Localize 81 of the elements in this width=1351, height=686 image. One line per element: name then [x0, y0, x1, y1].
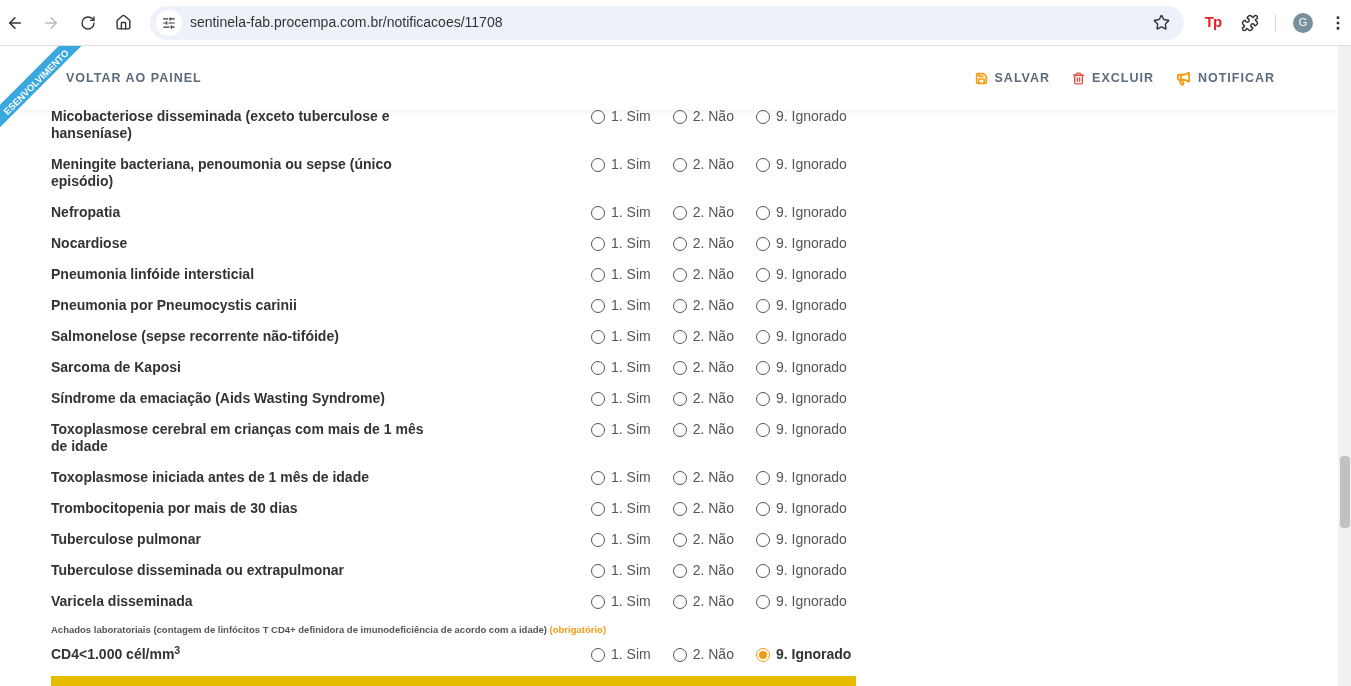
question-label: Toxoplasmose cerebral em crianças com mais de 1 mês de idade [51, 421, 425, 455]
question-label: Trombocitopenia por mais de 30 dias [51, 500, 299, 517]
question-label: Varicela disseminada [51, 593, 194, 610]
radio-option[interactable]: 2. Não [672, 593, 734, 610]
address-bar[interactable]: sentinela-fab.procempa.com.br/notificacoes/11708 [149, 5, 1184, 40]
puzzle-icon[interactable] [1241, 13, 1260, 32]
radio-option[interactable]: 1. Sim [591, 328, 651, 345]
radio-option[interactable]: 9. Ignorado [755, 500, 847, 517]
radio-option[interactable]: 2. Não [672, 646, 734, 663]
radio-option[interactable]: 1. Sim [591, 593, 651, 610]
radio-option[interactable]: 2. Não [672, 204, 734, 221]
radio-option[interactable]: 9. Ignorado [755, 235, 847, 252]
radio-option[interactable]: 2. Não [672, 297, 734, 314]
radio-option[interactable]: 9. Ignorado [755, 562, 847, 579]
question-label: Meningite bacteriana, penoumonia ou sepse (único episódio) [51, 156, 393, 190]
radio-option[interactable]: 9. Ignorado [755, 156, 847, 173]
radio-option[interactable]: 9. Ignorado [755, 469, 847, 486]
radio-option[interactable]: 2. Não [672, 500, 734, 517]
radio-option[interactable]: 1. Sim [591, 204, 651, 221]
header-action-button[interactable]: NOTIFICAR [1175, 68, 1275, 88]
radio-option[interactable]: 1. Sim [591, 235, 651, 252]
question-label: Sarcoma de Kaposi [51, 359, 182, 376]
question-label: Tuberculose disseminada ou extrapulmonar [51, 562, 346, 579]
radio-option[interactable]: 1. Sim [591, 156, 651, 173]
radio-option[interactable]: 9. Ignorado [755, 204, 847, 221]
question-label: Pneumonia por Pneumocystis carinii [51, 297, 298, 314]
question-label: Toxoplasmose iniciada antes de 1 mês de idade [51, 469, 370, 486]
url-text: sentinela-fab.procempa.com.br/notificacoes/11708 [189, 13, 503, 32]
radio-option[interactable]: 1. Sim [591, 297, 651, 314]
radio-option[interactable]: 2. Não [672, 235, 734, 252]
radio-option[interactable]: 2. Não [672, 359, 734, 376]
question-label: Tuberculose pulmonar [51, 531, 202, 548]
radio-option[interactable]: 1. Sim [591, 421, 651, 438]
extension-icon[interactable]: Tp [1204, 11, 1222, 34]
radio-option[interactable]: 9. Ignorado [755, 297, 847, 314]
radio-option[interactable]: 1. Sim [591, 531, 651, 548]
megaphone-icon [1175, 70, 1191, 86]
radio-option[interactable]: 2. Não [672, 266, 734, 283]
scrollbar[interactable] [1338, 46, 1351, 686]
trash-icon [1072, 71, 1086, 85]
question-label: Nocardiose [51, 235, 129, 252]
radio-option[interactable]: 2. Não [672, 562, 734, 579]
radio-option[interactable]: 9. Ignorado [755, 359, 847, 376]
back-to-panel-link[interactable]: VOLTAR AO PAINEL [66, 68, 202, 88]
radio-option[interactable]: 1. Sim [591, 390, 651, 407]
radio-option[interactable]: 9. Ignorado [755, 328, 847, 345]
section-title: Achados laboratoriais (contagem de linfócitos T CD4+ definidora de imunodeficiência de acordo com a idade) [51, 624, 547, 635]
header-action-button[interactable]: SALVAR [974, 68, 1051, 88]
radio-option[interactable]: 1. Sim [591, 110, 651, 125]
floppy-icon [974, 71, 988, 85]
radio-option[interactable]: 9. Ignorado [755, 646, 852, 663]
reload-icon[interactable] [79, 14, 96, 31]
site-settings-icon[interactable] [161, 15, 176, 30]
radio-option[interactable]: 2. Não [672, 110, 734, 125]
radio-option[interactable]: 2. Não [672, 469, 734, 486]
question-label: Salmonelose (sepse recorrente não-tifóide) [51, 328, 340, 345]
required-note: (obrigatório) [549, 624, 607, 635]
home-icon[interactable] [114, 14, 132, 31]
question-label: Nefropatia [51, 204, 122, 221]
radio-option[interactable]: 1. Sim [591, 469, 651, 486]
radio-option[interactable]: 1. Sim [591, 359, 651, 376]
radio-option[interactable]: 1. Sim [591, 500, 651, 517]
radio-option[interactable]: 9. Ignorado [755, 390, 847, 407]
radio-option[interactable]: 9. Ignorado [755, 110, 847, 125]
question-label: Pneumonia linfóide intersticial [51, 266, 256, 283]
question-label: CD4<1.000 cél/mm$^{3}$ [51, 646, 182, 663]
star-icon[interactable] [1152, 14, 1170, 31]
header-action-button[interactable]: EXCLUIR [1072, 68, 1154, 88]
radio-option[interactable]: 2. Não [672, 531, 734, 548]
radio-option[interactable]: 2. Não [672, 328, 734, 345]
radio-option[interactable]: 2. Não [672, 421, 734, 438]
radio-option[interactable]: 9. Ignorado [755, 266, 847, 283]
radio-option[interactable]: 9. Ignorado [755, 531, 847, 548]
radio-option[interactable]: 1. Sim [591, 646, 651, 663]
radio-option[interactable]: 2. Não [672, 156, 734, 173]
radio-option[interactable]: 9. Ignorado [755, 593, 847, 610]
radio-option[interactable]: 1. Sim [591, 266, 651, 283]
radio-option[interactable]: 2. Não [672, 390, 734, 407]
radio-option[interactable]: 9. Ignorado [755, 421, 847, 438]
radio-option[interactable]: 1. Sim [591, 562, 651, 579]
question-label: Síndrome da emaciação (Aids Wasting Syndrome) [51, 390, 386, 407]
